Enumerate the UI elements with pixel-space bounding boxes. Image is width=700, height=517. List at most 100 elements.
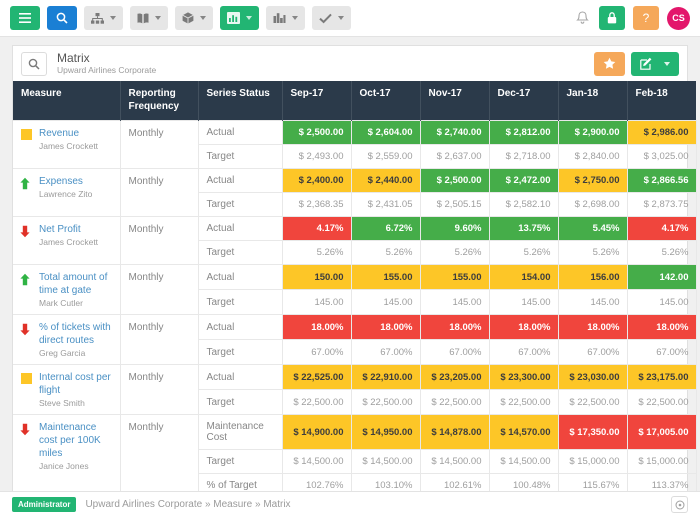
book-button[interactable] (130, 6, 168, 30)
value-cell[interactable]: $ 14,500.00 (489, 450, 558, 474)
column-header-series-status[interactable]: Series Status (198, 81, 282, 121)
value-cell[interactable]: $ 2,559.00 (351, 145, 420, 169)
value-cell[interactable]: $ 2,840.00 (558, 145, 627, 169)
value-cell[interactable]: 67.00% (420, 340, 489, 365)
measure-link[interactable]: Internal cost per flight (39, 372, 111, 396)
value-cell[interactable]: 155.00 (351, 265, 420, 290)
value-cell[interactable]: $ 2,873.75 (627, 193, 696, 217)
value-cell[interactable]: $ 22,500.00 (351, 390, 420, 415)
column-header-dec-17[interactable]: Dec-17 (489, 81, 558, 121)
value-cell[interactable]: $ 2,493.00 (282, 145, 351, 169)
value-cell[interactable]: $ 14,500.00 (282, 450, 351, 474)
value-cell[interactable]: 18.00% (489, 315, 558, 340)
value-cell[interactable]: 67.00% (282, 340, 351, 365)
report-button[interactable] (266, 6, 305, 30)
gear-icon[interactable] (671, 496, 688, 513)
value-cell[interactable]: 4.17% (627, 217, 696, 241)
value-cell[interactable]: $ 2,368.35 (282, 193, 351, 217)
value-cell[interactable]: $ 2,718.00 (489, 145, 558, 169)
measure-link[interactable]: Expenses (39, 176, 83, 187)
value-cell[interactable]: 5.26% (351, 241, 420, 265)
value-cell[interactable]: $ 2,866.56 (627, 169, 696, 193)
measure-link[interactable]: Maintenance cost per 100K miles (39, 422, 101, 459)
value-cell[interactable]: $ 2,750.00 (558, 169, 627, 193)
value-cell[interactable]: 154.00 (489, 265, 558, 290)
search-icon[interactable] (21, 52, 47, 76)
value-cell[interactable]: $ 2,431.05 (351, 193, 420, 217)
column-header-oct-17[interactable]: Oct-17 (351, 81, 420, 121)
value-cell[interactable]: 145.00 (282, 290, 351, 315)
value-cell[interactable]: $ 2,500.00 (420, 169, 489, 193)
value-cell[interactable]: $ 22,500.00 (420, 390, 489, 415)
avatar[interactable]: CS (667, 7, 690, 30)
value-cell[interactable]: 67.00% (351, 340, 420, 365)
value-cell[interactable]: $ 2,604.00 (351, 121, 420, 145)
value-cell[interactable]: 5.26% (627, 241, 696, 265)
value-cell[interactable]: 18.00% (351, 315, 420, 340)
bell-icon[interactable] (574, 11, 591, 25)
help-button[interactable]: ? (633, 6, 659, 30)
value-cell[interactable]: $ 22,500.00 (282, 390, 351, 415)
chart-button[interactable] (220, 6, 259, 30)
column-header-sep-17[interactable]: Sep-17 (282, 81, 351, 121)
task-button[interactable] (312, 6, 351, 30)
value-cell[interactable]: $ 14,570.00 (489, 415, 558, 450)
value-cell[interactable]: 155.00 (420, 265, 489, 290)
edit-button[interactable] (631, 52, 679, 76)
measure-link[interactable]: Net Profit (39, 224, 81, 235)
value-cell[interactable]: $ 17,005.00 (627, 415, 696, 450)
value-cell[interactable]: $ 14,500.00 (351, 450, 420, 474)
column-header-jan-18[interactable]: Jan-18 (558, 81, 627, 121)
value-cell[interactable]: $ 22,910.00 (351, 365, 420, 390)
column-header-nov-17[interactable]: Nov-17 (420, 81, 489, 121)
value-cell[interactable]: 145.00 (489, 290, 558, 315)
value-cell[interactable]: $ 14,900.00 (282, 415, 351, 450)
value-cell[interactable]: $ 22,500.00 (558, 390, 627, 415)
value-cell[interactable]: $ 2,472.00 (489, 169, 558, 193)
value-cell[interactable]: $ 2,740.00 (420, 121, 489, 145)
value-cell[interactable]: $ 22,525.00 (282, 365, 351, 390)
value-cell[interactable]: 150.00 (282, 265, 351, 290)
value-cell[interactable]: 9.60% (420, 217, 489, 241)
value-cell[interactable]: $ 2,986.00 (627, 121, 696, 145)
value-cell[interactable]: $ 23,205.00 (420, 365, 489, 390)
value-cell[interactable]: $ 23,175.00 (627, 365, 696, 390)
value-cell[interactable]: $ 2,440.00 (351, 169, 420, 193)
favorite-button[interactable] (594, 52, 625, 76)
value-cell[interactable]: $ 2,812.00 (489, 121, 558, 145)
value-cell[interactable]: 18.00% (420, 315, 489, 340)
value-cell[interactable]: 18.00% (558, 315, 627, 340)
value-cell[interactable]: $ 23,030.00 (558, 365, 627, 390)
value-cell[interactable]: 18.00% (627, 315, 696, 340)
value-cell[interactable]: 13.75% (489, 217, 558, 241)
value-cell[interactable]: $ 2,400.00 (282, 169, 351, 193)
value-cell[interactable]: $ 15,000.00 (558, 450, 627, 474)
measure-link[interactable]: Total amount of time at gate (39, 272, 107, 296)
column-header-reporting-frequency[interactable]: Reporting Frequency (120, 81, 198, 121)
value-cell[interactable]: $ 14,500.00 (420, 450, 489, 474)
value-cell[interactable]: 5.45% (558, 217, 627, 241)
value-cell[interactable]: 142.00 (627, 265, 696, 290)
measure-link[interactable]: Revenue (39, 128, 79, 139)
value-cell[interactable]: $ 2,900.00 (558, 121, 627, 145)
value-cell[interactable]: 5.26% (282, 241, 351, 265)
value-cell[interactable]: 6.72% (351, 217, 420, 241)
value-cell[interactable]: 67.00% (558, 340, 627, 365)
value-cell[interactable]: 145.00 (558, 290, 627, 315)
org-button[interactable] (84, 6, 123, 30)
lock-icon[interactable] (599, 6, 625, 30)
value-cell[interactable]: 18.00% (282, 315, 351, 340)
value-cell[interactable]: $ 2,500.00 (282, 121, 351, 145)
value-cell[interactable]: 5.26% (420, 241, 489, 265)
value-cell[interactable]: 5.26% (558, 241, 627, 265)
value-cell[interactable]: $ 14,950.00 (351, 415, 420, 450)
value-cell[interactable]: 67.00% (489, 340, 558, 365)
value-cell[interactable]: 145.00 (420, 290, 489, 315)
column-header-measure[interactable]: Measure (13, 81, 120, 121)
cube-button[interactable] (175, 6, 213, 30)
value-cell[interactable]: 5.26% (489, 241, 558, 265)
value-cell[interactable]: $ 2,698.00 (558, 193, 627, 217)
value-cell[interactable]: 145.00 (351, 290, 420, 315)
value-cell[interactable]: $ 17,350.00 (558, 415, 627, 450)
menu-button[interactable] (10, 6, 40, 30)
